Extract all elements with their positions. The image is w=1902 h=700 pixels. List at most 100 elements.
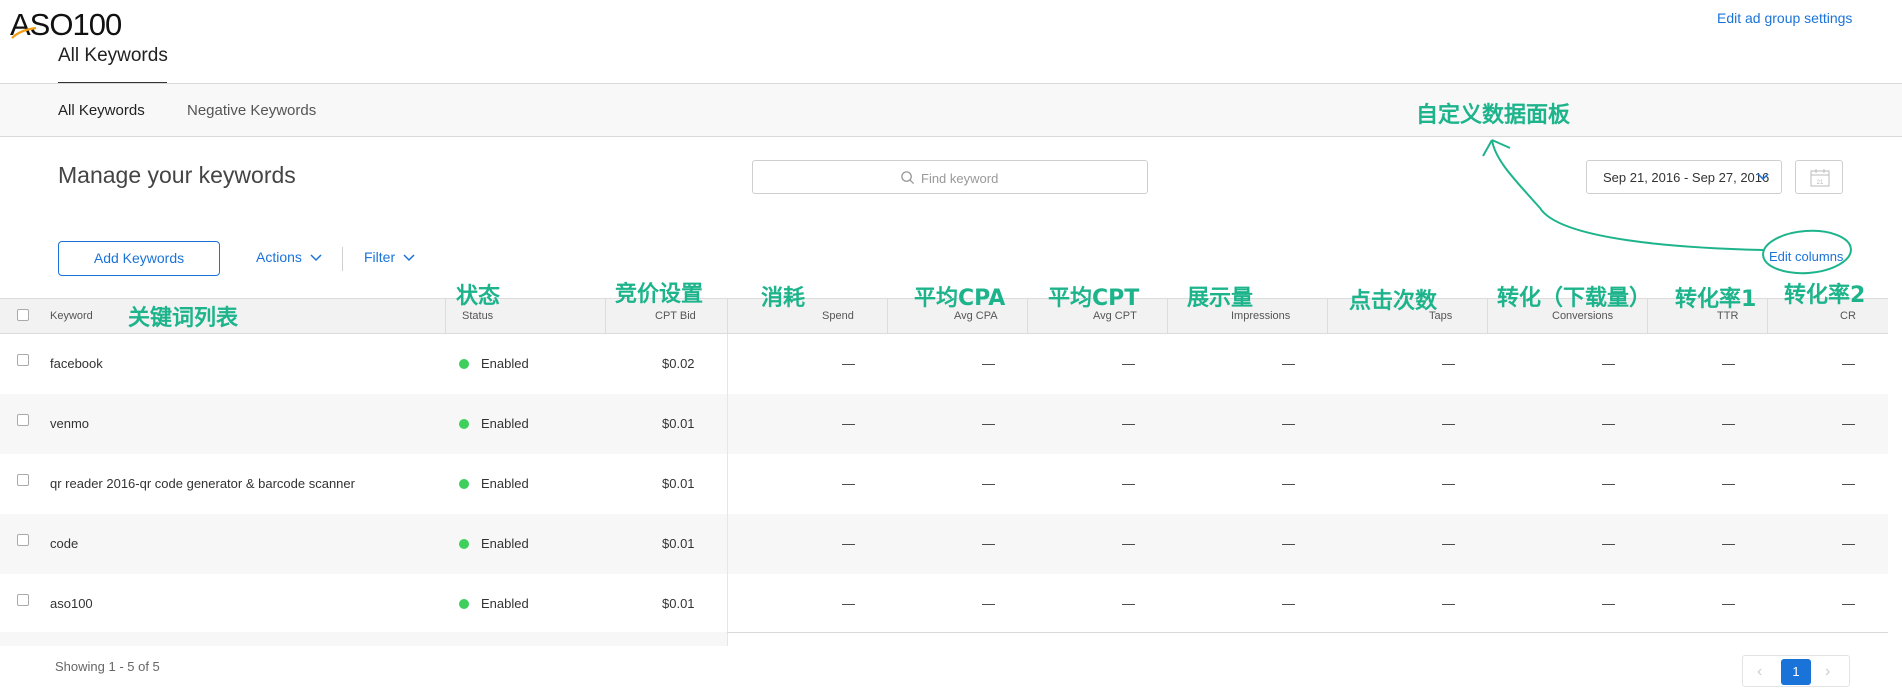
table-row[interactable]: facebook Enabled $0.02 — — — — — — — — — [0, 334, 1888, 394]
search-input[interactable] — [921, 167, 1131, 189]
spend-cell: — — [842, 416, 855, 431]
avg-cpt-cell: — — [1122, 476, 1135, 491]
column-header-cpt-bid[interactable]: CPT Bid — [655, 310, 696, 322]
row-checkbox[interactable] — [17, 354, 29, 366]
row-checkbox[interactable] — [17, 594, 29, 606]
cpt-bid-cell[interactable]: $0.01 — [662, 536, 695, 551]
impressions-cell: — — [1282, 356, 1295, 371]
status-enabled-dot — [459, 359, 469, 369]
annotation-spend: 消耗 — [761, 286, 806, 311]
filter-dropdown[interactable]: Filter — [364, 249, 415, 265]
keyword-cell: code — [50, 536, 79, 551]
avg-cpt-cell: — — [1122, 596, 1135, 611]
table-row[interactable]: qr reader 2016-qr code generator & barco… — [0, 454, 1888, 514]
column-divider — [1767, 299, 1768, 333]
taps-cell: — — [1442, 476, 1455, 491]
cr-cell: — — [1842, 416, 1855, 431]
status-enabled-dot — [459, 539, 469, 549]
edit-ad-group-settings-link[interactable]: Edit ad group settings — [1717, 10, 1852, 26]
chevron-down-icon — [1757, 173, 1769, 181]
calendar-day: 21 — [1817, 180, 1824, 186]
status-cell: Enabled — [481, 416, 529, 431]
status-enabled-dot — [459, 599, 469, 609]
ttr-cell: — — [1722, 596, 1735, 611]
column-header-status[interactable]: Status — [462, 310, 493, 322]
calendar-icon: 21 — [1810, 169, 1830, 187]
logo-swoosh-icon — [11, 26, 37, 39]
status-cell: Enabled — [481, 476, 529, 491]
column-header-keyword[interactable]: Keyword — [50, 310, 93, 322]
taps-cell: — — [1442, 536, 1455, 551]
status-cell: Enabled — [481, 596, 529, 611]
table-row[interactable]: venmo Enabled $0.01 — — — — — — — — — [0, 394, 1888, 454]
table-bottom-border — [727, 632, 1888, 633]
date-range-picker[interactable]: Sep 21, 2016 - Sep 27, 2016 — [1586, 160, 1782, 194]
tab-all-keywords[interactable]: All Keywords — [58, 102, 145, 119]
previous-page-button[interactable]: ‹ — [1757, 663, 1762, 681]
avg-cpt-cell: — — [1122, 356, 1135, 371]
keyword-cell: aso100 — [50, 596, 93, 611]
annotation-avg-cpa: 平均CPA — [914, 286, 1006, 311]
avg-cpt-cell: — — [1122, 536, 1135, 551]
annotation-taps: 点击次数 — [1349, 289, 1438, 314]
filter-label: Filter — [364, 249, 396, 265]
conversions-cell: — — [1602, 476, 1615, 491]
ttr-cell: — — [1722, 416, 1735, 431]
row-checkbox[interactable] — [17, 534, 29, 546]
keyword-cell: venmo — [50, 416, 90, 431]
impressions-cell: — — [1282, 596, 1295, 611]
column-header-cr[interactable]: CR — [1840, 310, 1856, 322]
cpt-bid-cell[interactable]: $0.01 — [662, 476, 695, 491]
impressions-cell: — — [1282, 476, 1295, 491]
calendar-button[interactable]: 21 — [1795, 160, 1843, 194]
conversions-cell: — — [1602, 356, 1615, 371]
add-keywords-button[interactable]: Add Keywords — [58, 241, 220, 276]
spend-cell: — — [842, 596, 855, 611]
cpt-bid-cell[interactable]: $0.01 — [662, 596, 695, 611]
annotation-status: 状态 — [456, 284, 501, 309]
taps-cell: — — [1442, 596, 1455, 611]
cpt-bid-cell[interactable]: $0.02 — [662, 356, 695, 371]
table-scroll-remainder — [0, 632, 727, 646]
annotation-cr: 转化率2 — [1784, 283, 1866, 308]
actions-label: Actions — [256, 249, 302, 265]
impressions-cell: — — [1282, 416, 1295, 431]
column-divider — [887, 299, 888, 333]
avg-cpt-cell: — — [1122, 416, 1135, 431]
keyword-search-box[interactable] — [752, 160, 1148, 194]
ttr-cell: — — [1722, 476, 1735, 491]
table-row[interactable]: aso100 Enabled $0.01 — — — — — — — — — [0, 574, 1888, 634]
spend-cell: — — [842, 536, 855, 551]
column-divider — [1027, 299, 1028, 333]
next-page-button[interactable]: › — [1825, 663, 1830, 681]
tab-negative-keywords[interactable]: Negative Keywords — [187, 102, 316, 119]
table-row[interactable]: code Enabled $0.01 — — — — — — — — — [0, 514, 1888, 574]
keyword-cell: facebook — [50, 356, 103, 371]
annotation-bid-setting: 竞价设置 — [615, 282, 704, 307]
cr-cell: — — [1842, 356, 1855, 371]
row-checkbox[interactable] — [17, 474, 29, 486]
select-all-checkbox[interactable] — [17, 309, 29, 321]
actions-dropdown[interactable]: Actions — [256, 249, 322, 265]
frozen-column-divider — [727, 334, 728, 646]
cr-cell: — — [1842, 536, 1855, 551]
current-page-button[interactable]: 1 — [1781, 659, 1811, 685]
cpt-bid-cell[interactable]: $0.01 — [662, 416, 695, 431]
edit-columns-link[interactable]: Edit columns — [1769, 249, 1843, 264]
search-icon — [901, 171, 915, 185]
aso100-logo[interactable]: ASO100 — [10, 8, 122, 42]
annotation-impressions: 展示量 — [1187, 286, 1254, 311]
pagination: ‹ 1 › — [1742, 655, 1850, 687]
pagination-summary: Showing 1 - 5 of 5 — [55, 659, 160, 674]
arrow-head-icon — [1482, 139, 1511, 157]
column-divider — [445, 299, 446, 333]
avg-cpa-cell: — — [982, 476, 995, 491]
keyword-cell: qr reader 2016-qr code generator & barco… — [50, 476, 355, 491]
ttr-cell: — — [1722, 356, 1735, 371]
chevron-down-icon — [403, 254, 415, 262]
row-checkbox[interactable] — [17, 414, 29, 426]
annotation-custom-panel: 自定义数据面板 — [1416, 103, 1571, 128]
conversions-cell: — — [1602, 416, 1615, 431]
toolbar-divider — [342, 247, 343, 271]
column-header-spend[interactable]: Spend — [822, 310, 854, 322]
